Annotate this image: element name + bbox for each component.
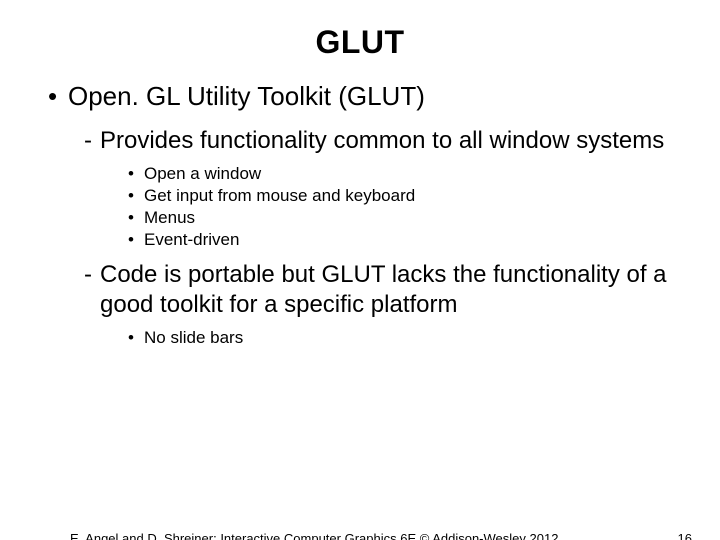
bullet-lvl1: • Open. GL Utility Toolkit (GLUT)	[48, 81, 672, 112]
bullet-lvl3: • Get input from mouse and keyboard	[128, 186, 672, 206]
bullet-lvl3-text: No slide bars	[144, 328, 243, 348]
slide-footer: E. Angel and D. Shreiner: Interactive Co…	[0, 531, 720, 540]
footer-attribution: E. Angel and D. Shreiner: Interactive Co…	[70, 531, 558, 540]
bullet-lvl2-text: Code is portable but GLUT lacks the func…	[100, 260, 672, 320]
slide-title: GLUT	[0, 24, 720, 61]
bullet-lvl1-text: Open. GL Utility Toolkit (GLUT)	[68, 81, 425, 112]
bullet-lvl3-text: Menus	[144, 208, 195, 228]
bullet-lvl3-text: Event-driven	[144, 230, 239, 250]
dash-icon: -	[84, 126, 100, 156]
bullet-lvl3: • No slide bars	[128, 328, 672, 348]
bullet-dot-icon: •	[128, 328, 144, 348]
bullet-lvl3-text: Open a window	[144, 164, 261, 184]
slide: GLUT • Open. GL Utility Toolkit (GLUT) -…	[0, 24, 720, 540]
bullet-dot-icon: •	[48, 81, 68, 112]
bullet-lvl3: • Open a window	[128, 164, 672, 184]
bullet-lvl3: • Event-driven	[128, 230, 672, 250]
bullet-dot-icon: •	[128, 164, 144, 184]
bullet-dot-icon: •	[128, 208, 144, 228]
bullet-lvl2: - Code is portable but GLUT lacks the fu…	[84, 260, 672, 320]
bullet-lvl3: • Menus	[128, 208, 672, 228]
slide-body: • Open. GL Utility Toolkit (GLUT) - Prov…	[0, 81, 720, 348]
bullet-lvl3-text: Get input from mouse and keyboard	[144, 186, 415, 206]
bullet-dot-icon: •	[128, 186, 144, 206]
bullet-lvl2-text: Provides functionality common to all win…	[100, 126, 664, 156]
page-number: 16	[678, 531, 692, 540]
bullet-dot-icon: •	[128, 230, 144, 250]
dash-icon: -	[84, 260, 100, 320]
bullet-lvl2: - Provides functionality common to all w…	[84, 126, 672, 156]
